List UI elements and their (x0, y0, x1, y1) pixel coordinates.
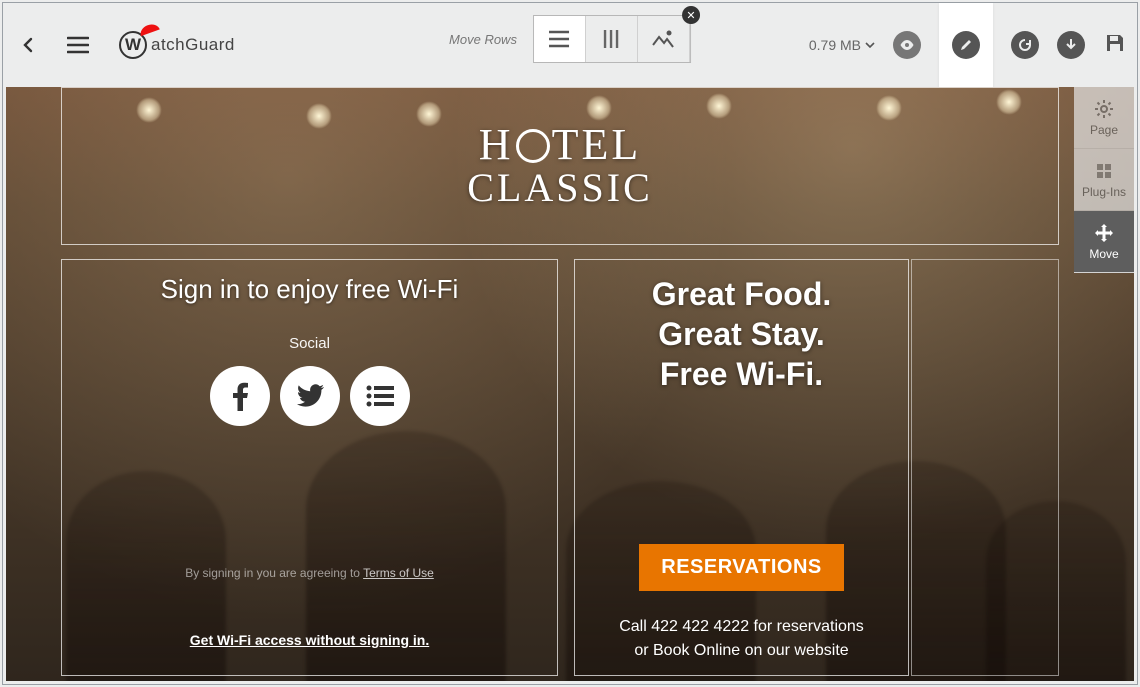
hero-line2: CLASSIC (467, 168, 653, 209)
editor-toolbar: W atchGuard Move Rows ✕ 0.79 MB (3, 3, 1137, 87)
side-panel: Page Plug-Ins Move (1074, 87, 1134, 273)
brand-w-icon: W (119, 31, 147, 59)
side-move-label: Move (1089, 247, 1118, 261)
side-page-label: Page (1090, 123, 1118, 137)
side-plugins-label: Plug-Ins (1082, 185, 1126, 199)
promo-lines: Great Food. Great Stay. Free Wi-Fi. (575, 274, 908, 394)
agree-text: By signing in you are agreeing to Terms … (62, 566, 557, 580)
hero-header-block[interactable]: H TEL CLASSIC (61, 87, 1059, 245)
edit-mode-button[interactable] (939, 3, 993, 87)
promo-block[interactable]: Great Food. Great Stay. Free Wi-Fi. RESE… (574, 259, 909, 676)
hero-o-icon (516, 129, 550, 163)
page-size-dropdown[interactable]: 0.79 MB (809, 37, 875, 53)
list-button[interactable] (350, 366, 410, 426)
twitter-button[interactable] (280, 366, 340, 426)
social-label: Social (62, 335, 557, 352)
signin-title: Sign in to enjoy free Wi-Fi (62, 274, 557, 305)
facebook-button[interactable] (210, 366, 270, 426)
brand-text: atchGuard (151, 35, 235, 55)
layout-segmented-control: ✕ (533, 15, 691, 63)
seg-rows[interactable] (534, 16, 586, 62)
agree-prefix: By signing in you are agreeing to (185, 566, 363, 580)
terms-link[interactable]: Terms of Use (363, 566, 434, 580)
promo-line-3: Free Wi-Fi. (575, 354, 908, 394)
move-icon (1094, 223, 1114, 243)
bypass-link[interactable]: Get Wi-Fi access without signing in. (62, 632, 557, 648)
call-line-1: Call 422 422 4222 for reservations (575, 615, 908, 639)
side-move[interactable]: Move (1074, 211, 1134, 273)
brand-logo: W atchGuard (119, 31, 235, 59)
hero-line1b: TEL (552, 120, 642, 169)
signin-block[interactable]: Sign in to enjoy free Wi-Fi Social By si… (61, 259, 558, 676)
call-text: Call 422 422 4222 for reservations or Bo… (575, 615, 908, 663)
seg-columns[interactable] (586, 16, 638, 62)
chevron-down-icon (865, 42, 875, 48)
menu-button[interactable] (63, 30, 93, 60)
empty-side-block[interactable] (911, 259, 1059, 676)
preview-canvas: H TEL CLASSIC Sign in to enjoy free Wi-Fi… (6, 87, 1134, 681)
seg-close-icon[interactable]: ✕ (682, 6, 700, 24)
hero-title: H TEL CLASSIC (467, 123, 653, 209)
download-button[interactable] (1057, 31, 1085, 59)
toolbar-center: Move Rows ✕ (449, 15, 691, 63)
side-plugins[interactable]: Plug-Ins (1074, 149, 1134, 211)
plugin-icon (1094, 161, 1114, 181)
preview-button[interactable] (893, 31, 921, 59)
seg-media[interactable] (638, 16, 690, 62)
save-button[interactable] (1103, 31, 1127, 60)
reservations-button[interactable]: RESERVATIONS (639, 544, 843, 591)
promo-line-1: Great Food. (575, 274, 908, 314)
move-rows-label: Move Rows (449, 32, 517, 47)
refresh-button[interactable] (1011, 31, 1039, 59)
toolbar-right: 0.79 MB (809, 3, 1127, 87)
gear-icon (1094, 99, 1114, 119)
back-button[interactable] (13, 30, 43, 60)
promo-line-2: Great Stay. (575, 314, 908, 354)
hero-line1a: H (479, 120, 514, 169)
call-line-2: or Book Online on our website (575, 639, 908, 663)
toolbar-left: W atchGuard (13, 30, 235, 60)
page-size-value: 0.79 MB (809, 37, 861, 53)
social-row (62, 366, 557, 426)
side-page[interactable]: Page (1074, 87, 1134, 149)
